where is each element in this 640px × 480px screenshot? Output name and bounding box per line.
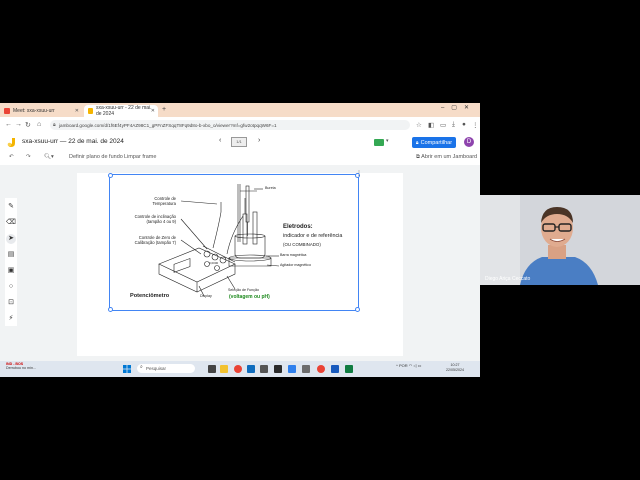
lock-icon: 🔒︎ [415,139,419,146]
undo-icon[interactable]: ↶ [9,154,14,160]
previous-frame-icon[interactable]: ‹ [219,137,221,144]
taskbar-clock[interactable]: 10:27 22/05/2024 [446,363,464,372]
bookmark-star-icon[interactable]: ☆ [416,121,422,129]
tab-meet[interactable]: Meet: sxa-xsuu-urr ✕ [0,105,82,117]
jamboard-favicon-icon [88,108,93,114]
tab-label: sxa-xsuu-urr - 22 de mai. de 2024 [95,105,152,117]
file-explorer-icon[interactable] [220,365,228,373]
back-icon[interactable]: ← [5,121,12,128]
participant-name: Diego Ariça Ceccato [485,276,531,282]
share-label: Compartilhar [420,139,453,146]
circle-shape-icon[interactable]: ○ [6,282,16,292]
app-icon[interactable] [274,365,282,373]
url-bar[interactable]: 🔒︎ jamboard.google.com/d/1f6Ef4yPF4AZ98C… [50,120,410,130]
tab-jamboard[interactable]: sxa-xsuu-urr - 22 de mai. de 2024 ✕ [84,105,158,117]
avatar[interactable]: D [464,137,474,147]
windows-taskbar: IND - BOS Derrubou no mín... ⌕ Pesquisar… [0,361,480,377]
shared-screen: Meet: sxa-xsuu-urr ✕ sxa-xsuu-urr - 22 d… [0,103,480,377]
image-icon[interactable]: ▣ [6,266,16,276]
tool-palette: ✎ ⌫ ➤ ▤ ▣ ○ ⊡ ⚡︎ [5,198,17,326]
system-tray[interactable]: ^ POR ◠ ◁ ▭ [396,363,421,368]
new-tab-button[interactable]: + [162,106,166,113]
chrome-icon[interactable] [234,365,242,373]
open-in-jamboard-label: Abrir em um Jamboard [421,154,478,160]
resize-handle[interactable] [108,307,113,312]
reload-icon[interactable]: ↻ [25,121,31,129]
search-placeholder: Pesquisar [146,366,167,371]
close-icon[interactable]: ✕ [75,108,79,114]
participant-video[interactable] [480,195,640,285]
select-arrow-icon[interactable]: ➤ [6,234,16,244]
clock-date: 22/05/2024 [446,367,464,372]
tab-label: Meet: sxa-xsuu-urr [13,108,55,114]
dropbox-icon[interactable] [288,365,296,373]
store-icon[interactable] [260,365,268,373]
app-icon[interactable] [302,365,310,373]
url-text: jamboard.google.com/d/1f6Ef4yPF4AZ98C1_g… [59,122,277,128]
taskbar-search[interactable]: ⌕ Pesquisar [137,364,195,373]
resize-handle[interactable] [108,173,113,178]
close-icon[interactable]: ✕ [151,108,155,114]
extensions-icon[interactable]: ◧ [428,121,434,129]
jamboard-logo-icon [7,138,15,147]
sidepanel-icon[interactable]: ▭ [440,121,446,129]
laser-icon[interactable]: ⚡︎ [6,314,16,324]
weather-temp: IND - BOS [6,362,24,366]
home-icon[interactable]: ⌂ [37,121,41,128]
word-icon[interactable] [331,365,339,373]
edge-icon[interactable] [247,365,255,373]
chrome-icon[interactable] [317,365,325,373]
lock-icon: 🔒︎ [53,122,56,128]
language-indicator: POR [399,363,408,368]
excel-icon[interactable] [345,365,353,373]
eraser-icon[interactable]: ⌫ [6,218,16,228]
clock-time: 10:27 [450,363,460,367]
task-view-icon[interactable] [208,365,216,373]
profile-icon[interactable]: ● [462,121,466,128]
address-bar-row: ← → ↻ ⌂ 🔒︎ jamboard.google.com/d/1f6Ef4y… [0,117,480,134]
zoom-icon[interactable]: 🔍︎▾ [44,154,54,160]
open-in-jamboard-button[interactable]: ⧉ Abrir em um Jamboard [416,154,477,161]
weather-desc: Derrubou no mín... [6,366,36,371]
textbox-icon[interactable]: ⊡ [6,298,16,308]
sticky-note-icon[interactable]: ▤ [6,250,16,260]
meet-favicon-icon [4,108,10,114]
weather-widget[interactable]: IND - BOS Derrubou no mín... [6,362,36,371]
redo-icon[interactable]: ↷ [26,154,31,160]
jamboard-header: sxa-xsuu-urr — 22 de mai. de 2024 ‹ 1/1 … [0,133,480,151]
chevron-down-icon[interactable]: ▾ [386,138,389,144]
battery-icon: ▭ [417,363,422,368]
more-options-icon[interactable]: ⋮ [356,170,362,177]
search-icon: ⌕ [140,364,143,370]
menu-kebab-icon[interactable]: ⋮ [472,121,479,129]
share-button[interactable]: 🔒︎ Compartilhar [412,137,456,148]
participant-video-image [480,195,640,285]
meet-icon[interactable] [374,139,384,146]
download-icon[interactable]: ⤓ [452,121,455,129]
browser-tab-strip: Meet: sxa-xsuu-urr ✕ sxa-xsuu-urr - 22 d… [0,103,480,117]
clear-frame-button[interactable]: Limpar frame [124,154,156,160]
windows-start-icon[interactable] [123,365,131,373]
jamboard-toolbar: ↶ ↷ 🔍︎▾ Definir plano de fundo Limpar fr… [0,151,480,166]
frame-bar-thumbnail[interactable]: 1/1 [231,137,247,147]
next-frame-icon[interactable]: › [258,137,260,144]
pen-icon[interactable]: ✎ [6,202,16,212]
selection-box[interactable] [108,173,360,312]
resize-handle[interactable] [355,307,360,312]
forward-icon[interactable]: → [15,121,22,128]
board-title[interactable]: sxa-xsuu-urr — 22 de mai. de 2024 [22,138,124,145]
window-controls[interactable]: –▢✕ [441,104,476,111]
set-background-button[interactable]: Definir plano de fundo [69,154,123,160]
